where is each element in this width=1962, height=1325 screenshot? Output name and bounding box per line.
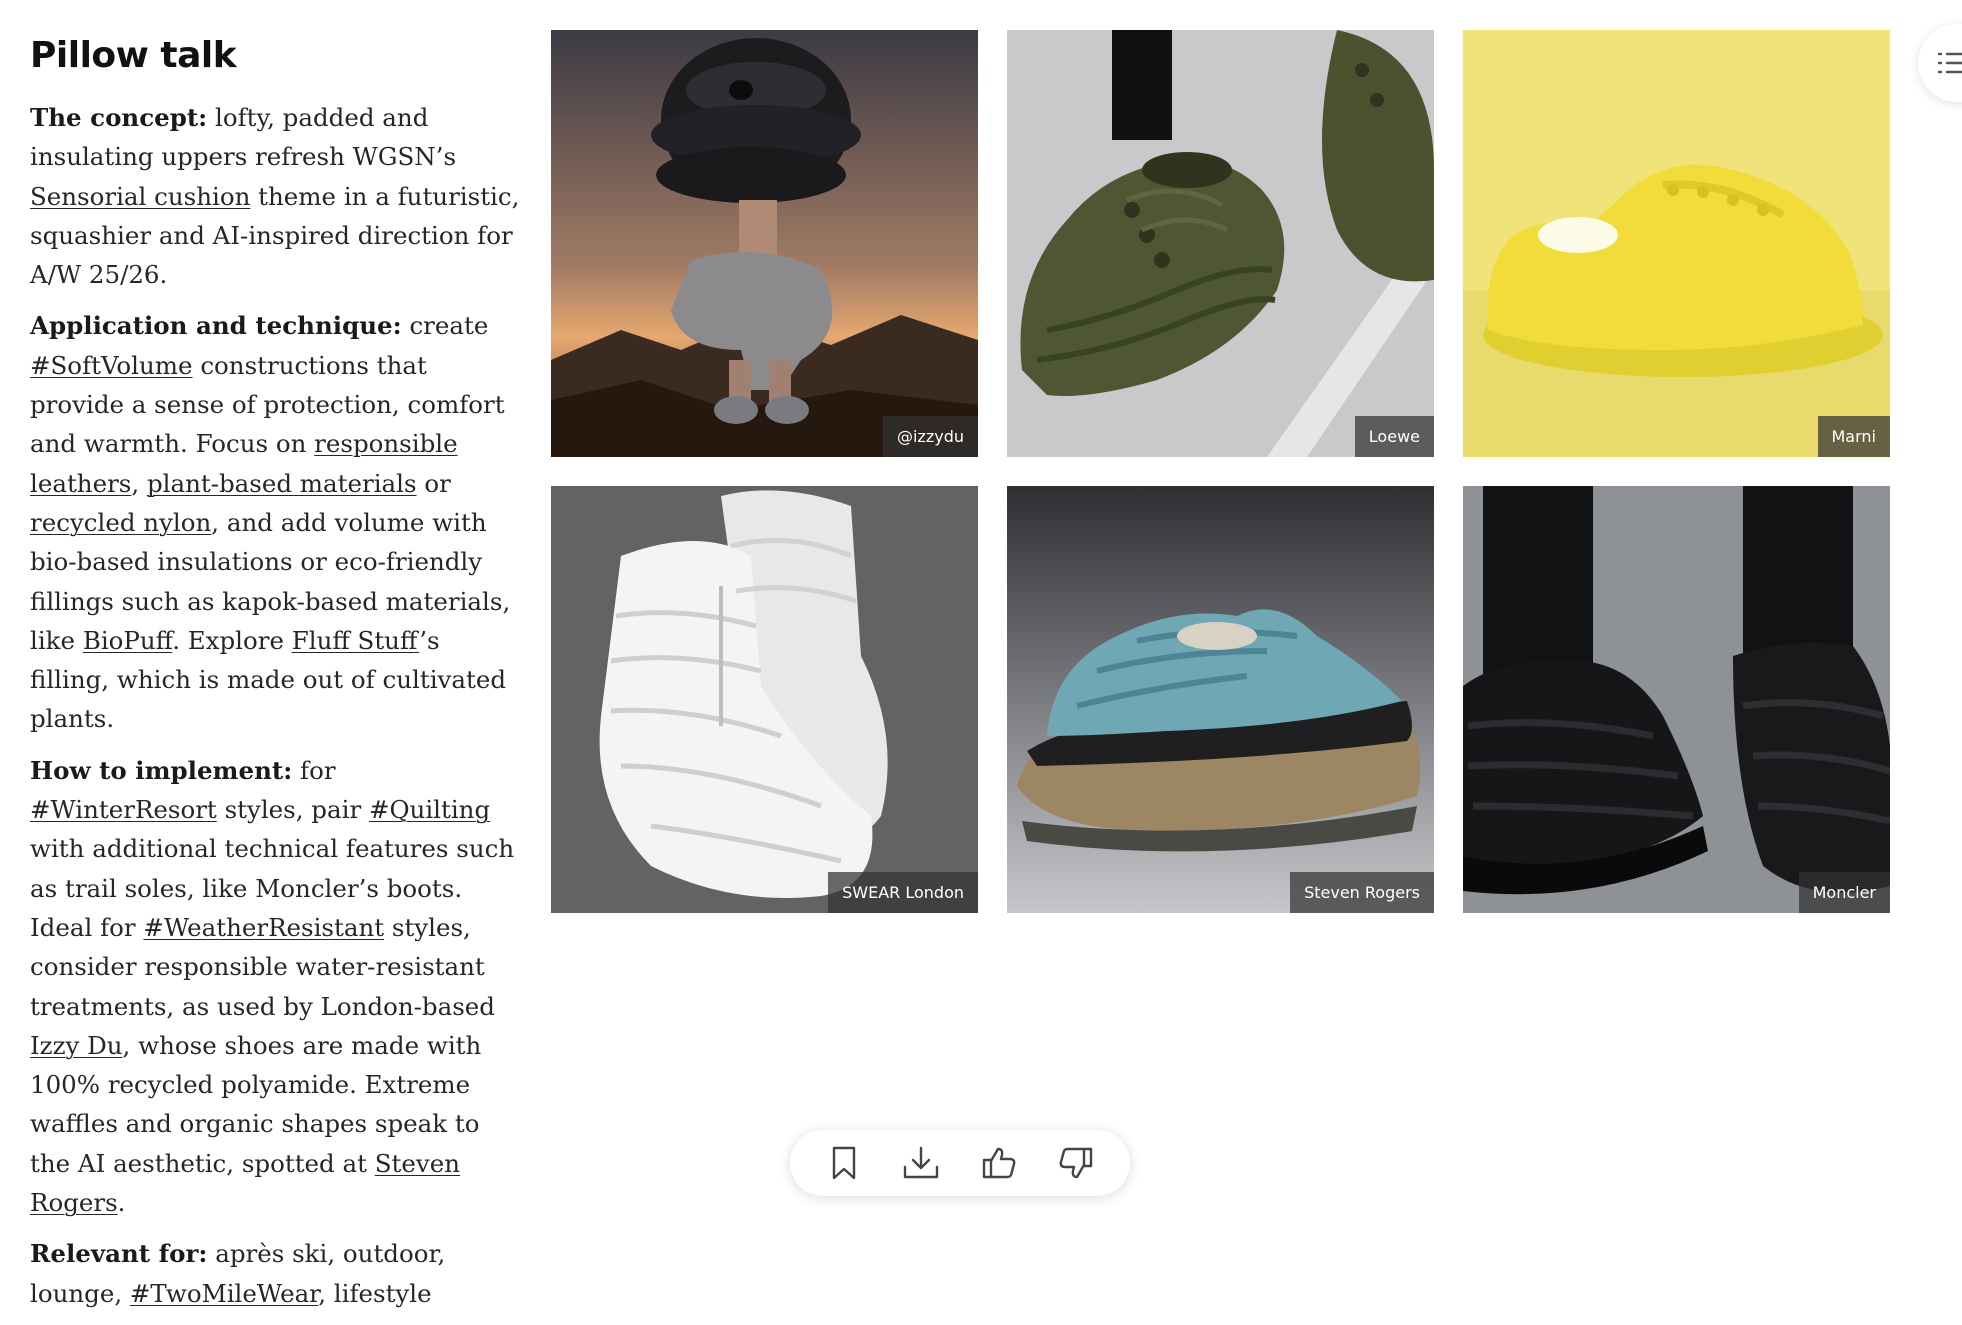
image-credit: Moncler <box>1798 872 1890 913</box>
link-weatherresistant[interactable]: #WeatherResistant <box>143 913 384 942</box>
concept-paragraph: The concept: lofty, padded and insulatin… <box>30 98 525 294</box>
implement-label: How to implement: <box>30 755 293 785</box>
concept-label: The concept: <box>30 103 208 132</box>
application-text: or <box>416 468 451 498</box>
application-paragraph: Application and technique: create #SoftV… <box>30 306 525 738</box>
link-fluff-stuff[interactable]: Fluff Stuff <box>292 626 419 655</box>
image-credit: Steven Rogers <box>1290 872 1434 913</box>
application-text: create <box>401 311 489 341</box>
download-button[interactable] <box>898 1140 944 1186</box>
like-button[interactable] <box>976 1140 1022 1186</box>
application-text: . Explore <box>172 625 292 655</box>
link-biopuff[interactable]: BioPuff <box>83 626 172 655</box>
image-credit: SWEAR London <box>828 872 978 913</box>
download-icon <box>904 1146 939 1179</box>
relevant-paragraph: Relevant for: après ski, outdoor, lounge… <box>30 1234 525 1313</box>
white-quilted-boots-image <box>551 486 978 913</box>
gallery-image-steven-rogers[interactable]: Steven Rogers <box>1007 486 1434 913</box>
implement-text: styles, pair <box>216 795 369 825</box>
application-label: Application and technique: <box>30 311 402 341</box>
gallery-image-loewe[interactable]: Loewe <box>1007 30 1434 457</box>
action-toolbar <box>790 1130 1130 1196</box>
relevant-text: , lifestyle <box>318 1278 432 1308</box>
blue-puffer-trail-sneaker-image <box>1007 486 1434 913</box>
link-sensorial-cushion[interactable]: Sensorial cushion <box>30 182 250 211</box>
dislike-button[interactable] <box>1053 1140 1099 1186</box>
implement-text: . <box>117 1188 126 1218</box>
image-credit: Marni <box>1817 416 1890 457</box>
black-quilted-trail-shoes-image <box>1463 486 1890 913</box>
implement-paragraph: How to implement: for #WinterResort styl… <box>30 751 525 1223</box>
image-gallery: @izzydu Loewe Marni SWEAR London Steven … <box>551 30 1890 913</box>
puffer-headpiece-figure-image <box>551 30 978 457</box>
gallery-image-moncler[interactable]: Moncler <box>1463 486 1890 913</box>
outline-panel-button[interactable] <box>1918 24 1962 102</box>
link-izzy-du[interactable]: Izzy Du <box>30 1031 123 1060</box>
link-recycled-nylon[interactable]: recycled nylon <box>30 508 211 537</box>
image-credit: @izzydu <box>882 416 978 457</box>
page-title: Pillow talk <box>30 35 237 76</box>
bookmark-icon <box>832 1146 856 1180</box>
list-icon <box>1937 52 1962 74</box>
image-credit: Loewe <box>1354 416 1434 457</box>
gallery-image-marni[interactable]: Marni <box>1463 30 1890 457</box>
link-plant-based-materials[interactable]: plant-based materials <box>147 469 417 498</box>
link-winterresort[interactable]: #WinterResort <box>30 795 217 824</box>
link-quilting[interactable]: #Quilting <box>369 795 490 824</box>
bookmark-button[interactable] <box>821 1140 867 1186</box>
link-twomilewear[interactable]: #TwoMileWear <box>130 1279 318 1308</box>
article-text: Pillow talk The concept: lofty, padded a… <box>30 28 525 1325</box>
gallery-image-swear-london[interactable]: SWEAR London <box>551 486 978 913</box>
thumbs-down-icon <box>1059 1147 1092 1179</box>
olive-padded-sneaker-image <box>1007 30 1434 457</box>
implement-text: for <box>292 755 336 785</box>
gallery-image-izzydu[interactable]: @izzydu <box>551 30 978 457</box>
yellow-padded-sneaker-image <box>1463 30 1890 457</box>
application-text: , <box>131 468 147 498</box>
relevant-label: Relevant for: <box>30 1239 208 1269</box>
thumbs-up-icon <box>982 1147 1015 1179</box>
link-softvolume[interactable]: #SoftVolume <box>30 351 193 380</box>
